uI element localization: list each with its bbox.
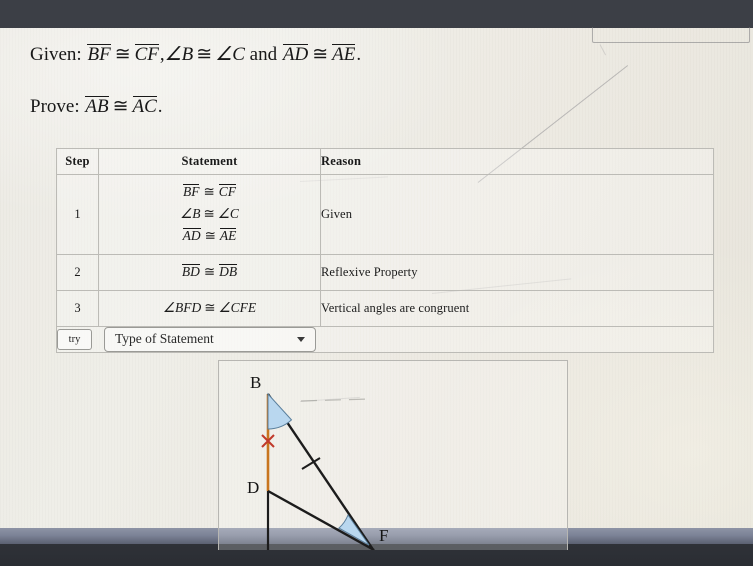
given-label: Given: <box>30 44 87 65</box>
type-of-statement-value: Type of Statement <box>115 331 214 346</box>
statement-line: BD ≅ DB <box>99 261 320 283</box>
table-body: 1 BF ≅ CF ∠B ≅ ∠C AD ≅ AE Given 2 BD ≅ DB Reflexive Pro… <box>56 174 714 327</box>
statement-toolbar-cell: try Type of Statement <box>56 326 714 353</box>
stmt-1-0-segment-cf: CF <box>218 184 237 199</box>
cell-reason[interactable]: Vertical angles are congruent <box>320 290 714 327</box>
statement-line: AD ≅ AE <box>99 225 320 247</box>
cell-statement[interactable]: BD ≅ DB <box>98 254 321 291</box>
column-header-statement: Statement <box>98 148 321 175</box>
try-button[interactable]: try <box>57 329 92 350</box>
cell-statement[interactable]: ∠BFD ≅ ∠CFE <box>98 290 321 327</box>
given-text: and <box>244 44 282 65</box>
given-text: . <box>356 44 362 65</box>
prove-line: Prove: AB ≅ AC. <box>30 94 650 120</box>
statement-stack: BF ≅ CF ∠B ≅ ∠C AD ≅ AE <box>99 175 320 254</box>
stmt-1-2-segment-ad: AD <box>182 228 201 243</box>
given-line: Given: BF ≅ CF,∠B ≅ ∠C and AD ≅ AE. <box>30 42 650 68</box>
statement-stack: BD ≅ DB <box>99 255 320 290</box>
table-header: Step Statement Reason <box>56 148 714 175</box>
cell-step: 3 <box>56 290 99 327</box>
geometry-diagram-panel: B D F <box>218 360 568 550</box>
cell-statement[interactable]: BF ≅ CF ∠B ≅ ∠C AD ≅ AE <box>98 174 321 255</box>
given-congruent-symbol: ≅ <box>196 44 213 65</box>
given-segment-ae: AE <box>332 44 356 65</box>
cell-step: 1 <box>56 174 99 255</box>
vertex-label-d: D <box>247 478 259 497</box>
statement-line: ∠B ≅ ∠C <box>99 203 320 225</box>
prove-segment-ab: AB <box>85 95 109 117</box>
segment-df <box>267 489 375 550</box>
glare-streak-in-diagram <box>300 398 370 402</box>
chevron-down-icon <box>297 337 305 342</box>
table-row: 2 BD ≅ DB Reflexive Property <box>56 254 714 291</box>
given-segment-ad: AD <box>282 44 309 65</box>
prove-text: . <box>157 95 163 117</box>
stmt-1-2-congruent-symbol: ≅ <box>204 228 216 243</box>
cell-reason[interactable]: Given <box>320 174 714 255</box>
stmt-1-1-congruent-symbol: ≅ <box>203 206 215 221</box>
type-of-statement-dropdown[interactable]: Type of Statement <box>104 327 316 352</box>
vertex-label-b: B <box>250 373 261 392</box>
table-footer: try Type of Statement <box>56 326 714 353</box>
geometry-diagram: B D F <box>247 373 388 550</box>
stmt-1-2-segment-ae: AE <box>219 228 237 243</box>
statement-stack: ∠BFD ≅ ∠CFE <box>99 291 320 326</box>
stmt-3-0-angle-bfd: ∠BFD <box>162 300 202 315</box>
given-congruent-symbol: ≅ <box>114 44 131 65</box>
cell-step: 2 <box>56 254 99 291</box>
statement-line: ∠BFD ≅ ∠CFE <box>99 297 320 319</box>
stmt-2-0-congruent-symbol: ≅ <box>203 264 216 279</box>
vertex-label-f: F <box>379 526 388 545</box>
prove-segment-ac: AC <box>132 95 157 117</box>
stmt-1-0-segment-bf: BF <box>182 184 200 199</box>
stmt-1-1-angle-b: ∠B <box>180 206 201 221</box>
cell-reason[interactable]: Reflexive Property <box>320 254 714 291</box>
given-angle-c: ∠C <box>215 44 245 65</box>
stmt-2-0-segment-db: DB <box>219 264 238 279</box>
prove-congruent-symbol: ≅ <box>112 95 129 117</box>
column-header-reason: Reason <box>320 148 714 175</box>
problem-statement: Given: BF ≅ CF,∠B ≅ ∠C and AD ≅ AE. Prove: AB ≅… <box>30 42 650 119</box>
stmt-2-0-segment-bd: BD <box>181 264 200 279</box>
given-congruent-symbol: ≅ <box>312 44 329 65</box>
table-row: 1 BF ≅ CF ∠B ≅ ∠C AD ≅ AE Given <box>56 174 714 255</box>
two-column-proof-table: Step Statement Reason 1 BF ≅ CF ∠B ≅ ∠C AD ≅ AE Gi… <box>56 148 714 353</box>
stmt-1-1-angle-c: ∠C <box>217 206 239 221</box>
stmt-3-0-angle-cfe: ∠CFE <box>218 300 257 315</box>
given-segment-bf: BF <box>87 44 111 65</box>
stmt-3-0-congruent-symbol: ≅ <box>204 300 216 315</box>
column-header-step: Step <box>56 148 99 175</box>
table-row: 3 ∠BFD ≅ ∠CFE Vertical angles are congruent <box>56 290 714 327</box>
given-angle-b: ∠B <box>164 44 194 65</box>
prove-label: Prove: <box>30 95 85 117</box>
given-segment-cf: CF <box>134 44 159 65</box>
statement-line: BF ≅ CF <box>99 181 320 203</box>
stmt-1-0-congruent-symbol: ≅ <box>203 184 215 199</box>
